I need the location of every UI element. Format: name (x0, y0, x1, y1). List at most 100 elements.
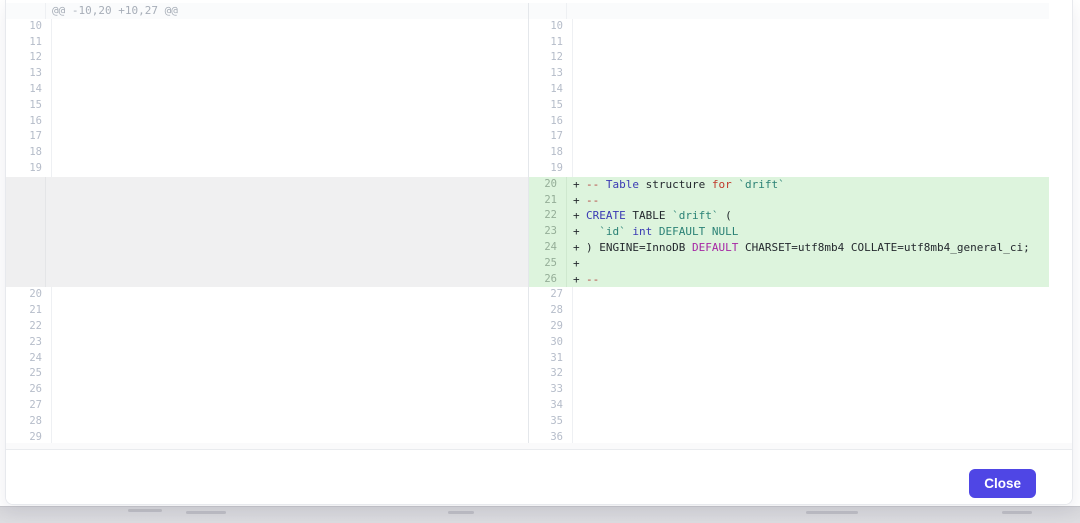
diff-placeholder-row (6, 256, 528, 272)
background-blur-fragment (806, 511, 858, 514)
diff-row: 15 `id` int NOT NULL, (529, 98, 1011, 114)
diff-row: 29-- (6, 430, 488, 443)
diff-row: 14CREATE TABLE `demotenant` ( (6, 82, 488, 98)
diff-row: 22CREATE TABLE `test` ( (6, 319, 488, 335)
hunk-header-text: @@ -10,20 +10,27 @@ (52, 4, 178, 17)
line-number: 13 (12, 66, 52, 82)
line-number: 11 (12, 35, 52, 51)
line-number: 28 (535, 303, 573, 319)
diff-row: 17) ENGINE=InnoDB DEFAULT CHARSET=utf8mb… (529, 129, 1011, 145)
code-line (46, 224, 528, 240)
code-line (46, 193, 528, 209)
code-line (46, 256, 528, 272)
line-number: 12 (535, 50, 573, 66)
code-line: +CREATE TABLE `drift` ( (567, 208, 1049, 224)
diff-row: 28-- (529, 303, 1011, 319)
line-number: 18 (12, 145, 52, 161)
line-number (529, 3, 567, 19)
code-line: + (567, 256, 1049, 272)
diff-row: 34-- (529, 398, 1011, 414)
added-line-marker: + (573, 240, 586, 256)
horizontal-scrollbar-track[interactable] (6, 443, 1072, 450)
added-line-marker: + (573, 177, 586, 193)
code-line (567, 3, 1049, 19)
code-line (46, 240, 528, 256)
diff-pane-right: 1011--12-- Table structure for `demotena… (528, 3, 1049, 443)
line-number: 10 (12, 19, 52, 35)
line-number: 24 (529, 240, 567, 256)
diff-placeholder-row (6, 208, 528, 224)
diff-split-view[interactable]: @@ -10,20 +10,27 @@ 1011--12-- Table stru… (6, 0, 1072, 443)
diff-row: 29CREATE TABLE `test` ( (529, 319, 1011, 335)
line-number: 16 (535, 114, 573, 130)
line-number: 26 (529, 272, 567, 288)
line-number: 14 (535, 82, 573, 98)
diff-added-row: 24+) ENGINE=InnoDB DEFAULT CHARSET=utf8m… (529, 240, 1049, 256)
code-line (46, 177, 528, 193)
line-number: 20 (12, 287, 52, 303)
diff-row: 23 `id` int NOT NULL, (6, 335, 488, 351)
code-line: +) ENGINE=InnoDB DEFAULT CHARSET=utf8mb4… (567, 240, 1049, 256)
background-blur-fragment (186, 511, 226, 514)
diff-row: 13-- (529, 66, 1011, 82)
diff-row: 16 PRIMARY KEY (`id`) (6, 114, 488, 130)
line-number: 16 (12, 114, 52, 130)
added-line-marker: + (573, 272, 586, 288)
line-number (6, 193, 46, 209)
line-number: 11 (535, 35, 573, 51)
code-line: +-- Table structure for `drift` (567, 177, 1049, 193)
added-line-marker: + (573, 256, 586, 272)
hunk-header-row: @@ -10,20 +10,27 @@ (6, 3, 528, 19)
diff-row: 15 `id` int NOT NULL, (6, 98, 488, 114)
line-number: 15 (535, 98, 573, 114)
line-number: 36 (535, 430, 573, 443)
line-number: 21 (529, 193, 567, 209)
line-number: 20 (529, 177, 567, 193)
diff-row: 35-- Table structure for `test001` (529, 414, 1011, 430)
diff-row: 17) ENGINE=InnoDB DEFAULT CHARSET=utf8mb… (6, 129, 488, 145)
line-number: 31 (535, 351, 573, 367)
hunk-header-row (529, 3, 1049, 19)
background-page-strip (0, 506, 1080, 523)
diff-row: 26 (6, 382, 488, 398)
diff-row: 19-- (6, 161, 488, 177)
line-number: 23 (529, 224, 567, 240)
added-line-marker: + (573, 193, 586, 209)
diff-added-row: 23+ `id` int DEFAULT NULL (529, 224, 1049, 240)
line-number: 28 (12, 414, 52, 430)
line-number: 13 (535, 66, 573, 82)
line-number: 17 (535, 129, 573, 145)
diff-placeholder-row (6, 177, 528, 193)
line-number: 25 (12, 366, 52, 382)
diff-row: 14CREATE TABLE `demotenant` ( (529, 82, 1011, 98)
line-number: 19 (535, 161, 573, 177)
diff-added-row: 26+-- (529, 272, 1049, 288)
diff-row: 33 (529, 382, 1011, 398)
diff-row: 24 PRIMARY KEY (`id`) (6, 351, 488, 367)
added-line-marker: + (573, 208, 586, 224)
background-blur-fragment (1002, 511, 1032, 514)
diff-row: 27-- (6, 398, 488, 414)
diff-placeholder-row (6, 193, 528, 209)
line-number: 32 (535, 366, 573, 382)
diff-added-row: 20+-- Table structure for `drift` (529, 177, 1049, 193)
diff-row: 12-- Table structure for `demotenant` (6, 50, 488, 66)
diff-row: 25) ENGINE=InnoDB DEFAULT CHARSET=utf8mb… (6, 366, 488, 382)
diff-row: 13-- (6, 66, 488, 82)
line-number: 23 (12, 335, 52, 351)
line-number: 12 (12, 50, 52, 66)
close-button[interactable]: Close (969, 469, 1036, 498)
line-number: 18 (535, 145, 573, 161)
line-number: 29 (535, 319, 573, 335)
diff-row: 30 `id` int NOT NULL, (529, 335, 1011, 351)
code-line: +-- (567, 193, 1049, 209)
code-line: + `id` int DEFAULT NULL (567, 224, 1049, 240)
code-line (46, 208, 528, 224)
diff-row: 10 (529, 19, 1011, 35)
background-blur-fragment (448, 511, 474, 514)
line-number: 30 (535, 335, 573, 351)
line-number (6, 208, 46, 224)
diff-row: 12-- Table structure for `demotenant` (529, 50, 1011, 66)
diff-row: 16 PRIMARY KEY (`id`) (529, 114, 1011, 130)
background-blur-fragment (128, 509, 162, 512)
